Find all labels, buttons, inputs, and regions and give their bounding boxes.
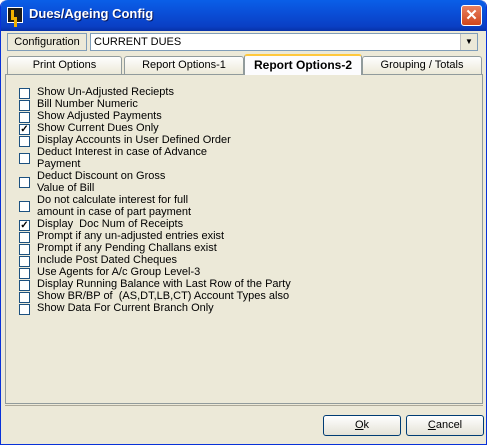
ok-label-rest: k: [363, 419, 370, 431]
window-title: Dues/Ageing Config: [29, 6, 154, 21]
dropdown-arrow-icon[interactable]: ▼: [460, 34, 477, 50]
checkbox[interactable]: [19, 100, 30, 111]
checkbox[interactable]: [19, 244, 30, 255]
option-label: Show BR/BP of (AS,DT,LB,CT) Account Type…: [37, 290, 290, 302]
checkbox[interactable]: [19, 232, 30, 243]
tab-report-options-2[interactable]: Report Options-2: [244, 54, 362, 75]
checkbox[interactable]: [19, 177, 30, 188]
app-icon: [7, 7, 23, 23]
option-label: Display Doc Num of Receipts: [37, 218, 184, 230]
ok-mnemonic: O: [354, 419, 364, 431]
option-label: Deduct Discount on Gross Value of Bill: [37, 170, 166, 194]
option-label: Do not calculate interest for full amoun…: [37, 194, 192, 218]
tab-grouping-totals[interactable]: Grouping / Totals: [362, 56, 482, 74]
checkbox[interactable]: [19, 153, 30, 164]
checkbox-checked[interactable]: ✓: [19, 220, 30, 231]
checkbox[interactable]: [19, 112, 30, 123]
cancel-mnemonic: C: [427, 419, 436, 431]
checkbox[interactable]: [19, 136, 30, 147]
ok-button[interactable]: Ok: [323, 415, 401, 436]
option-label: Deduct Interest in case of Advance Payme…: [37, 146, 207, 170]
option-label: Show Data For Current Branch Only: [37, 302, 214, 314]
option-label: Show Current Dues Only: [37, 122, 159, 134]
checkbox[interactable]: [19, 88, 30, 99]
divider: [5, 405, 483, 406]
title-bar[interactable]: Dues/Ageing Config ✕: [1, 0, 486, 31]
option-label: Prompt if any Pending Challans exist: [37, 242, 217, 254]
checkbox-checked[interactable]: ✓: [19, 124, 30, 135]
checkbox[interactable]: [19, 280, 30, 291]
checkbox[interactable]: [19, 201, 30, 212]
configuration-label: Configuration: [7, 33, 87, 51]
option-label: Use Agents for A/c Group Level-3: [37, 266, 201, 278]
cancel-button[interactable]: Cancel: [406, 415, 484, 436]
option-label: Include Post Dated Cheques: [37, 254, 178, 266]
option-label: Display Accounts in User Defined Order: [37, 134, 231, 146]
option-label: Bill Number Numeric: [37, 98, 138, 110]
configuration-select[interactable]: CURRENT DUES ▼: [90, 33, 478, 51]
dues-ageing-config-window: Dues/Ageing Config ✕ Configuration CURRE…: [0, 0, 487, 445]
tab-print-options[interactable]: Print Options: [7, 56, 122, 74]
option-label: Display Running Balance with Last Row of…: [37, 278, 291, 290]
checkbox[interactable]: [19, 268, 30, 279]
option-label: Show Adjusted Payments: [37, 110, 162, 122]
checkbox[interactable]: [19, 304, 30, 315]
tab-report-options-1[interactable]: Report Options-1: [124, 56, 244, 74]
option-label: Prompt if any un-adjusted entries exist: [37, 230, 225, 242]
close-button[interactable]: ✕: [461, 5, 482, 26]
option-label: Show Un-Adjusted Reciepts: [37, 86, 174, 98]
cancel-label-rest: ancel: [435, 419, 463, 431]
configuration-value: CURRENT DUES: [94, 36, 182, 48]
report-options-2-panel: Show Un-Adjusted Reciepts Bill Number Num…: [5, 74, 483, 404]
checkbox[interactable]: [19, 292, 30, 303]
checkbox[interactable]: [19, 256, 30, 267]
